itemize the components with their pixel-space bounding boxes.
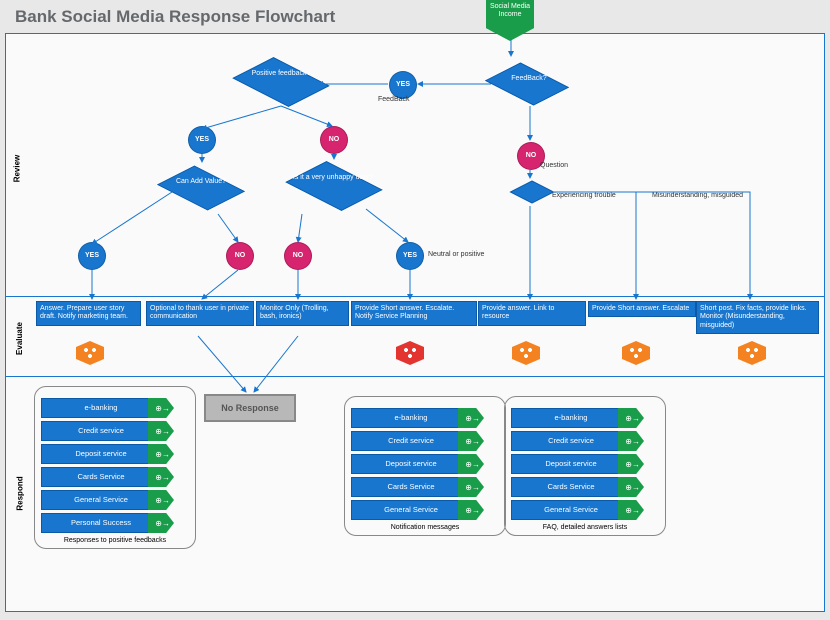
service-item: General Service <box>511 500 631 520</box>
group-notification-title: Notification messages <box>351 524 499 531</box>
edge-misunderstanding: Misunderstanding, misguided <box>652 192 743 199</box>
no-circle-3: NO <box>284 242 312 270</box>
service-item: Personal Success <box>41 513 161 533</box>
hex-4 <box>622 341 650 365</box>
lane-review: Review <box>12 155 21 183</box>
service-item: Cards Service <box>41 467 161 487</box>
no-response: No Response <box>204 394 296 422</box>
eval-7: Short post. Fix facts, provide links. Mo… <box>696 301 819 334</box>
chart-title: Bank Social Media Response Flowchart <box>15 7 825 27</box>
service-item: e-banking <box>351 408 471 428</box>
decision-addvalue <box>157 166 245 211</box>
yes-circle-1: YES <box>389 71 417 99</box>
service-item: Deposit service <box>511 454 631 474</box>
eval-1: Answer. Prepare user story draft. Notify… <box>36 301 141 326</box>
lane-evaluate: Evaluate <box>15 322 24 355</box>
decision-unhappy <box>285 161 382 211</box>
service-item: Credit service <box>511 431 631 451</box>
hex-1 <box>76 341 104 365</box>
eval-2: Optional to thank user in private commun… <box>146 301 254 326</box>
service-item: e-banking <box>511 408 631 428</box>
hex-3 <box>512 341 540 365</box>
group-positive-title: Responses to positive feedbacks <box>41 537 189 544</box>
edge-feedback: FeedBack <box>378 96 410 103</box>
service-item: Credit service <box>41 421 161 441</box>
eval-4: Provide Short answer. Escalate. Notify S… <box>351 301 477 326</box>
yes-circle-3: YES <box>78 242 106 270</box>
no-circle-2: NO <box>226 242 254 270</box>
edge-experiencing: Experiencing trouble <box>552 192 616 199</box>
flowchart-frame: Social Media Income Review Evaluate Resp… <box>5 33 825 612</box>
eval-5: Provide answer. Link to resource <box>478 301 586 326</box>
group-positive: e-banking Credit service Deposit service Ca… <box>34 386 196 549</box>
group-faq-title: FAQ, detailed answers lists <box>511 524 659 531</box>
decision-question <box>510 181 555 204</box>
eval-3: Monitor Only (Trolling, bash, ironics) <box>256 301 349 326</box>
decision-positive <box>232 57 329 107</box>
edge-question: Question <box>540 162 568 169</box>
hex-2 <box>396 341 424 365</box>
lane-respond: Respond <box>16 476 25 510</box>
yes-circle-2: YES <box>188 126 216 154</box>
service-item: Credit service <box>351 431 471 451</box>
eval-6: Provide Short answer. Escalate <box>588 301 696 317</box>
service-item: General Service <box>351 500 471 520</box>
yes-circle-4: YES <box>396 242 424 270</box>
service-item: e-banking <box>41 398 161 418</box>
service-item: General Service <box>41 490 161 510</box>
group-notification: e-banking Credit service Deposit service Ca… <box>344 396 506 536</box>
edge-neutral: Neutral or positive <box>428 251 484 258</box>
service-item: Cards Service <box>511 477 631 497</box>
service-item: Cards Service <box>351 477 471 497</box>
decision-feedback <box>485 63 569 106</box>
service-item: Deposit service <box>41 444 161 464</box>
group-faq: e-banking Credit service Deposit service Ca… <box>504 396 666 536</box>
start-node: Social Media Income <box>486 0 534 41</box>
no-circle-1: NO <box>320 126 348 154</box>
service-item: Deposit service <box>351 454 471 474</box>
hex-5 <box>738 341 766 365</box>
